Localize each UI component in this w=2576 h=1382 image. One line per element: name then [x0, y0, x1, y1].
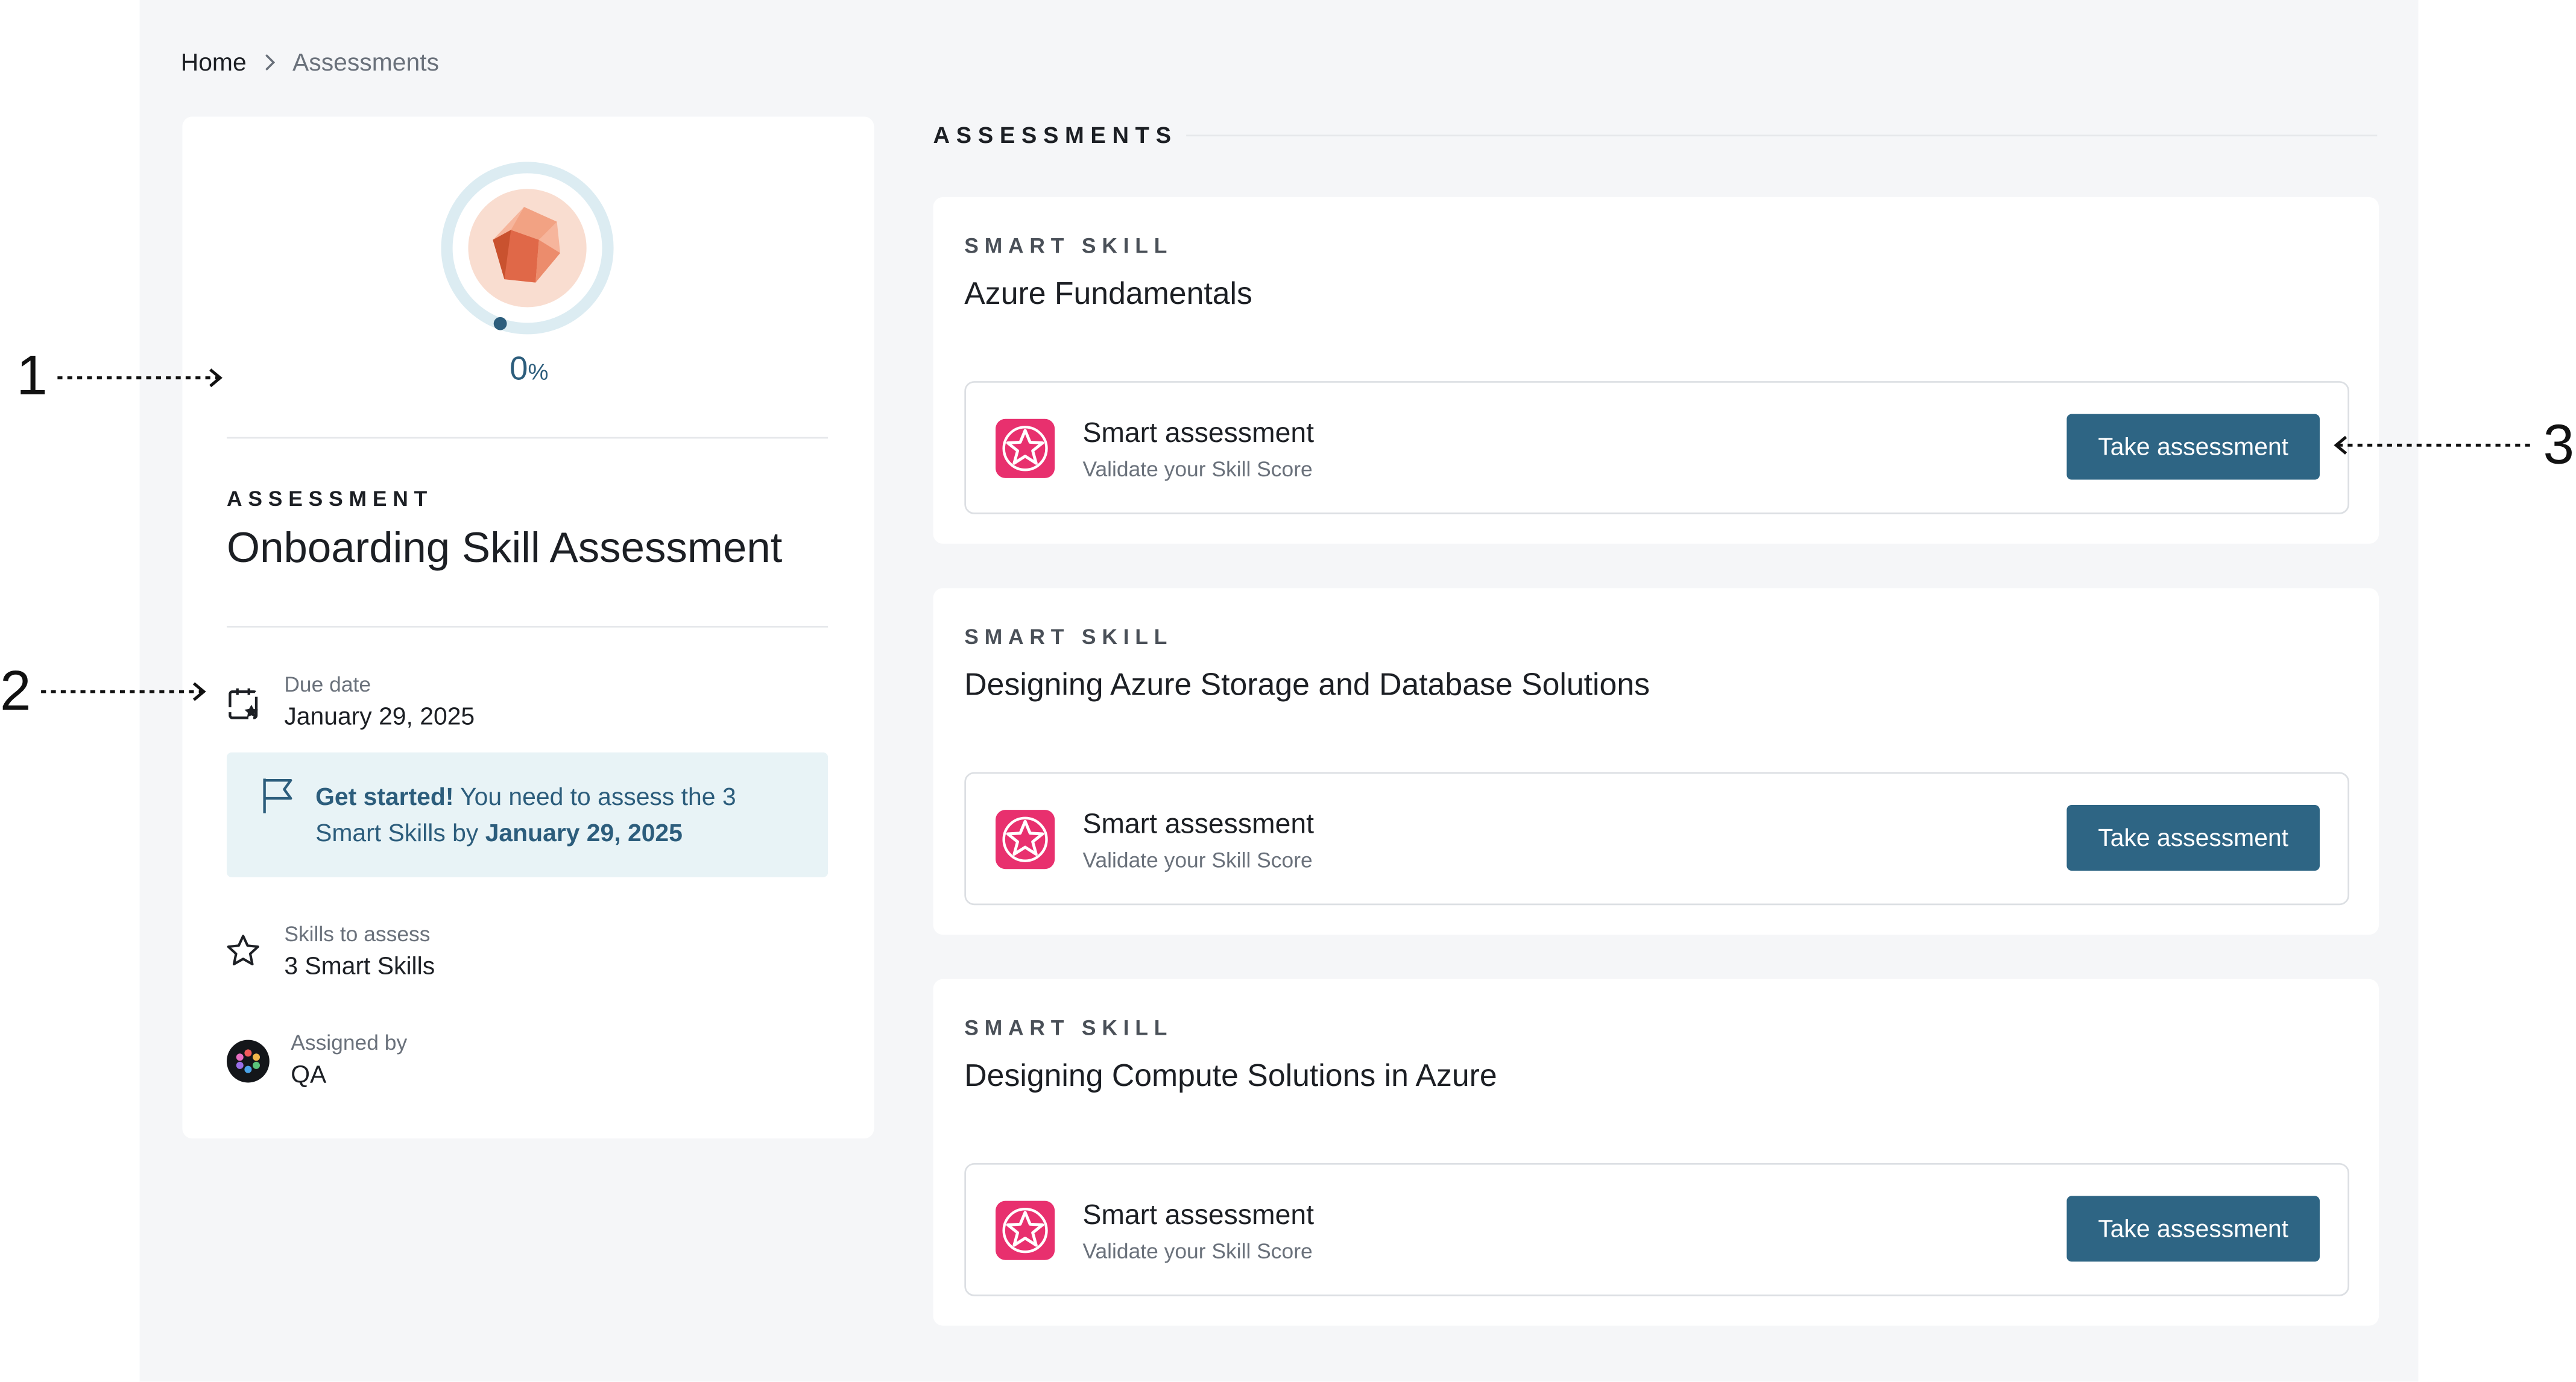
dotted-arrow-right-icon [57, 368, 223, 388]
breadcrumb-current: Assessments [292, 48, 440, 77]
assessment-eyebrow: ASSESSMENT [226, 486, 434, 511]
star-badge-icon [996, 418, 1055, 478]
callout-number-3: 3 [2543, 414, 2575, 477]
skill-card: SMART SKILL Designing Azure Storage and … [933, 588, 2379, 935]
take-assessment-button[interactable]: Take assessment [2066, 414, 2320, 480]
assessment-label: Smart assessment [1082, 1199, 1314, 1231]
assessment-label: Smart assessment [1082, 808, 1314, 840]
get-started-notice: Get started! You need to assess the 3 Sm… [226, 752, 829, 877]
assessment-subtitle: Validate your Skill Score [1082, 847, 1313, 872]
assessment-subtitle: Validate your Skill Score [1082, 1238, 1313, 1264]
skills-value: 3 Smart Skills [284, 953, 435, 981]
star-outline-icon [227, 935, 259, 966]
star-badge-icon [996, 810, 1055, 869]
star-badge-icon [996, 1201, 1055, 1260]
skill-card: SMART SKILL Designing Compute Solutions … [933, 979, 2379, 1326]
callout-number-1: 1 [16, 345, 48, 408]
calendar-star-icon [229, 688, 259, 719]
assessment-label: Smart assessment [1082, 417, 1314, 449]
skill-eyebrow: SMART SKILL [964, 624, 1173, 649]
progress-percentage: 0% [486, 352, 572, 390]
assigned-value: QA [291, 1061, 327, 1090]
dotted-arrow-left-icon [2334, 435, 2532, 455]
divider [226, 437, 829, 439]
take-assessment-button[interactable]: Take assessment [2066, 805, 2320, 871]
skill-title: Azure Fundamentals [964, 277, 1252, 312]
flag-icon [263, 778, 292, 813]
due-date-label: Due date [284, 672, 371, 697]
assessment-item: Smart assessment Validate your Skill Sco… [964, 772, 2350, 906]
take-assessment-button[interactable]: Take assessment [2066, 1196, 2320, 1262]
progress-value: 0 [510, 352, 528, 388]
assessment-subtitle: Validate your Skill Score [1082, 456, 1313, 482]
notice-date: January 29, 2025 [485, 819, 683, 848]
callout-number-2: 2 [0, 660, 31, 723]
assessment-item: Smart assessment Validate your Skill Sco… [964, 1163, 2350, 1296]
notice-lead: Get started! [315, 783, 454, 812]
due-date-value: January 29, 2025 [284, 703, 475, 731]
section-divider [1186, 134, 2378, 137]
progress-ring [441, 162, 614, 335]
skill-title: Designing Azure Storage and Database Sol… [964, 668, 1650, 704]
assessments-section-title: ASSESSMENTS [933, 121, 1178, 148]
chevron-right-icon [261, 52, 277, 72]
breadcrumb-home[interactable]: Home [181, 48, 247, 76]
progress-unit: % [528, 358, 549, 385]
skill-card: SMART SKILL Azure Fundamentals Smart ass… [933, 197, 2379, 544]
skills-label: Skills to assess [284, 921, 431, 947]
breadcrumb: Home Assessments [181, 46, 439, 78]
assessment-title: Onboarding Skill Assessment [226, 522, 783, 572]
assessment-item: Smart assessment Validate your Skill Sco… [964, 381, 2350, 514]
assigned-label: Assigned by [291, 1030, 408, 1055]
skill-eyebrow: SMART SKILL [964, 233, 1173, 258]
qa-avatar-icon [226, 1040, 270, 1083]
divider [226, 626, 829, 628]
notice-message: Get started! You need to assess the 3 Sm… [315, 780, 792, 853]
dotted-arrow-right-icon [41, 682, 206, 701]
skill-title: Designing Compute Solutions in Azure [964, 1059, 1497, 1094]
skill-eyebrow: SMART SKILL [964, 1015, 1173, 1040]
